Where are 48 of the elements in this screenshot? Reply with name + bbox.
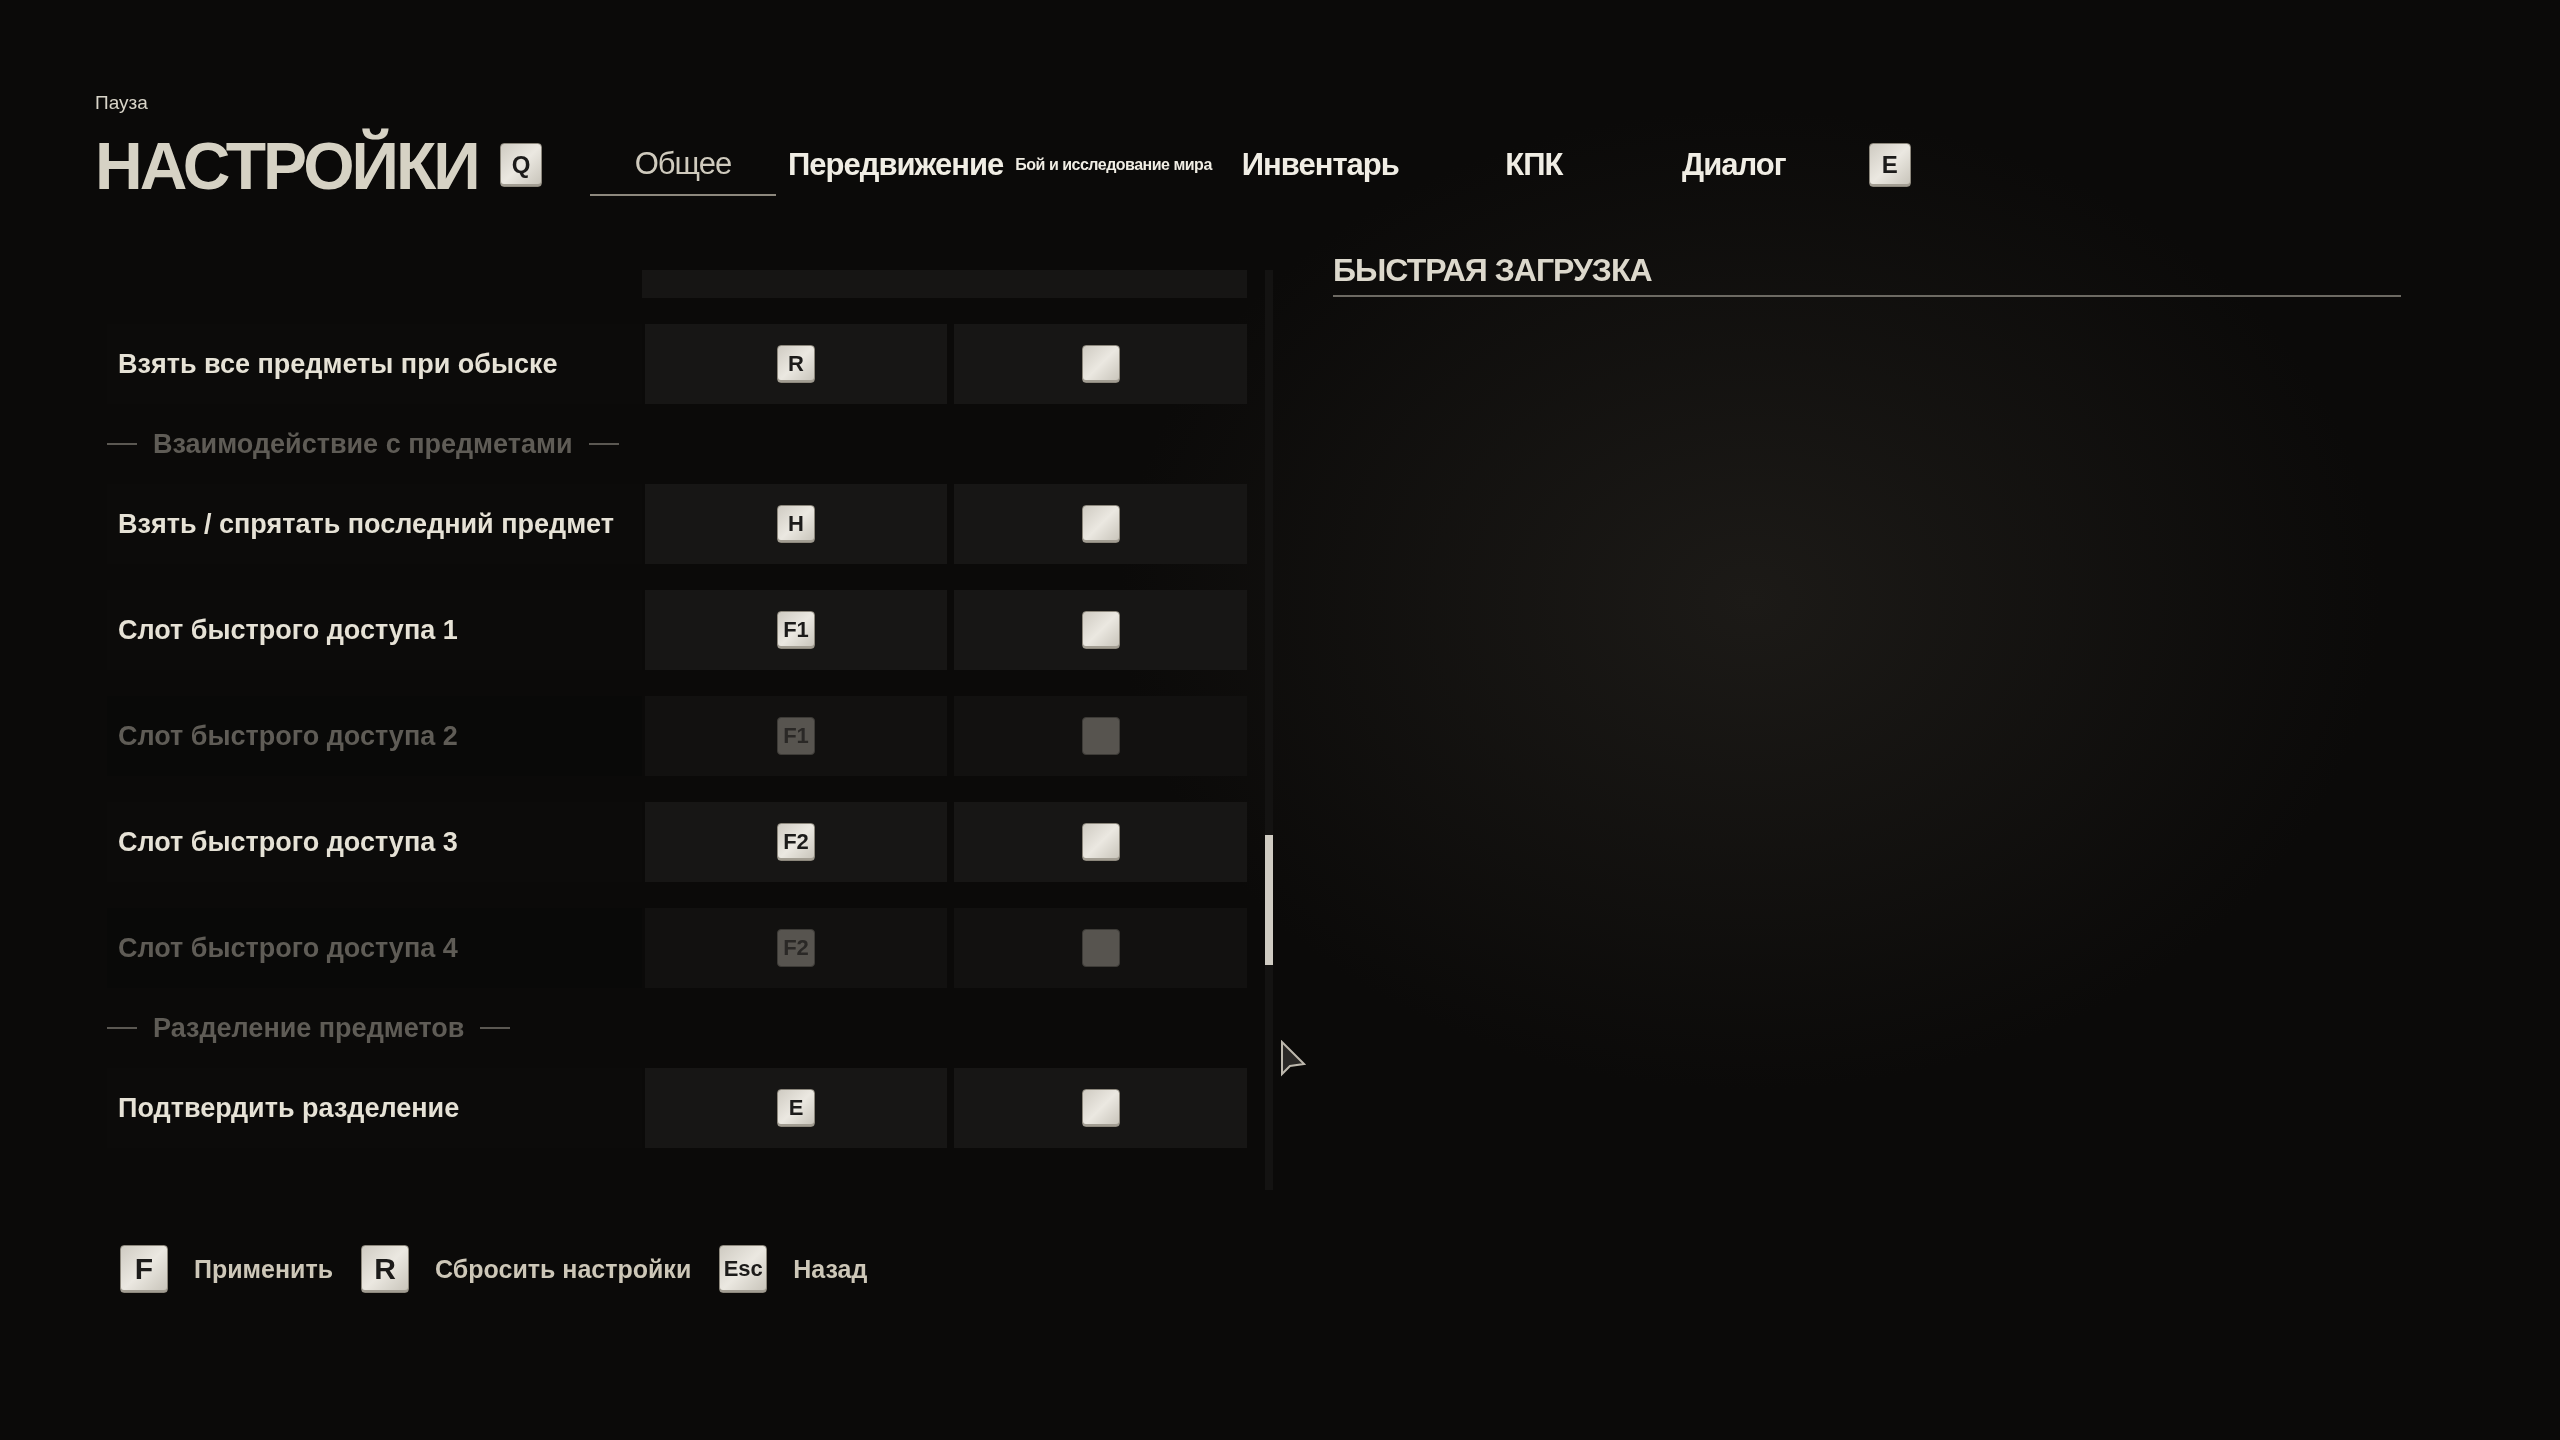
page-title: НАСТРОЙКИ (95, 128, 479, 204)
key-slot[interactable] (954, 1068, 1247, 1148)
key-slot[interactable] (954, 324, 1247, 404)
dash-line (107, 1027, 137, 1029)
key-binding: F2 (777, 823, 815, 861)
empty-key (1081, 1089, 1120, 1127)
key-binding: F1 (777, 611, 815, 649)
key-slot[interactable]: R (645, 324, 947, 404)
action-label[interactable]: Применить (194, 1254, 334, 1284)
key-hint[interactable]: R (361, 1245, 410, 1293)
key-binding: R (777, 345, 815, 383)
tab[interactable]: Инвентарь (1241, 135, 1399, 195)
breadcrumb: Пауза (95, 92, 149, 114)
detail-heading: БЫСТРАЯ ЗАГРУЗКА (1333, 252, 2401, 297)
dash-line (480, 1027, 511, 1029)
key-hint[interactable]: F (120, 1245, 168, 1293)
empty-key (1081, 717, 1120, 755)
tab[interactable]: Передвижение (788, 135, 1004, 195)
scroll-thumb[interactable] (1265, 835, 1273, 965)
tab[interactable]: КПК (1468, 135, 1599, 195)
tab[interactable]: Общее (590, 134, 776, 196)
key-slot[interactable]: H (645, 484, 947, 564)
empty-key (1081, 823, 1120, 861)
section-heading: Разделение предметов (153, 1012, 465, 1044)
tab[interactable]: Бой и исследование мира (1015, 144, 1212, 186)
dash-line (588, 443, 619, 445)
empty-key (1081, 611, 1120, 649)
key-slot[interactable]: F2 (645, 802, 947, 882)
key-slot[interactable]: E (645, 1068, 947, 1148)
cursor-icon (1280, 1040, 1306, 1078)
key-hint[interactable]: Esc (719, 1245, 768, 1293)
empty-key (1081, 505, 1120, 543)
scrollbar[interactable] (1265, 270, 1273, 1190)
empty-key (1081, 929, 1120, 967)
key-binding: E (777, 1089, 815, 1127)
section-heading: Взаимодействие с предметами (153, 428, 573, 460)
key-slot[interactable]: F1 (645, 590, 947, 670)
key-hint[interactable]: E (1868, 143, 1911, 187)
key-slot[interactable] (954, 590, 1247, 670)
key-binding: H (777, 505, 815, 543)
key-hint[interactable]: Q (500, 143, 542, 187)
tab[interactable]: Диалог (1668, 135, 1799, 195)
empty-key (1081, 345, 1120, 383)
action-label[interactable]: Сбросить настройки (435, 1254, 692, 1284)
key-slot[interactable] (954, 484, 1247, 564)
dash-line (107, 443, 137, 445)
action-label[interactable]: Назад (793, 1254, 868, 1284)
key-slot[interactable] (954, 802, 1247, 882)
